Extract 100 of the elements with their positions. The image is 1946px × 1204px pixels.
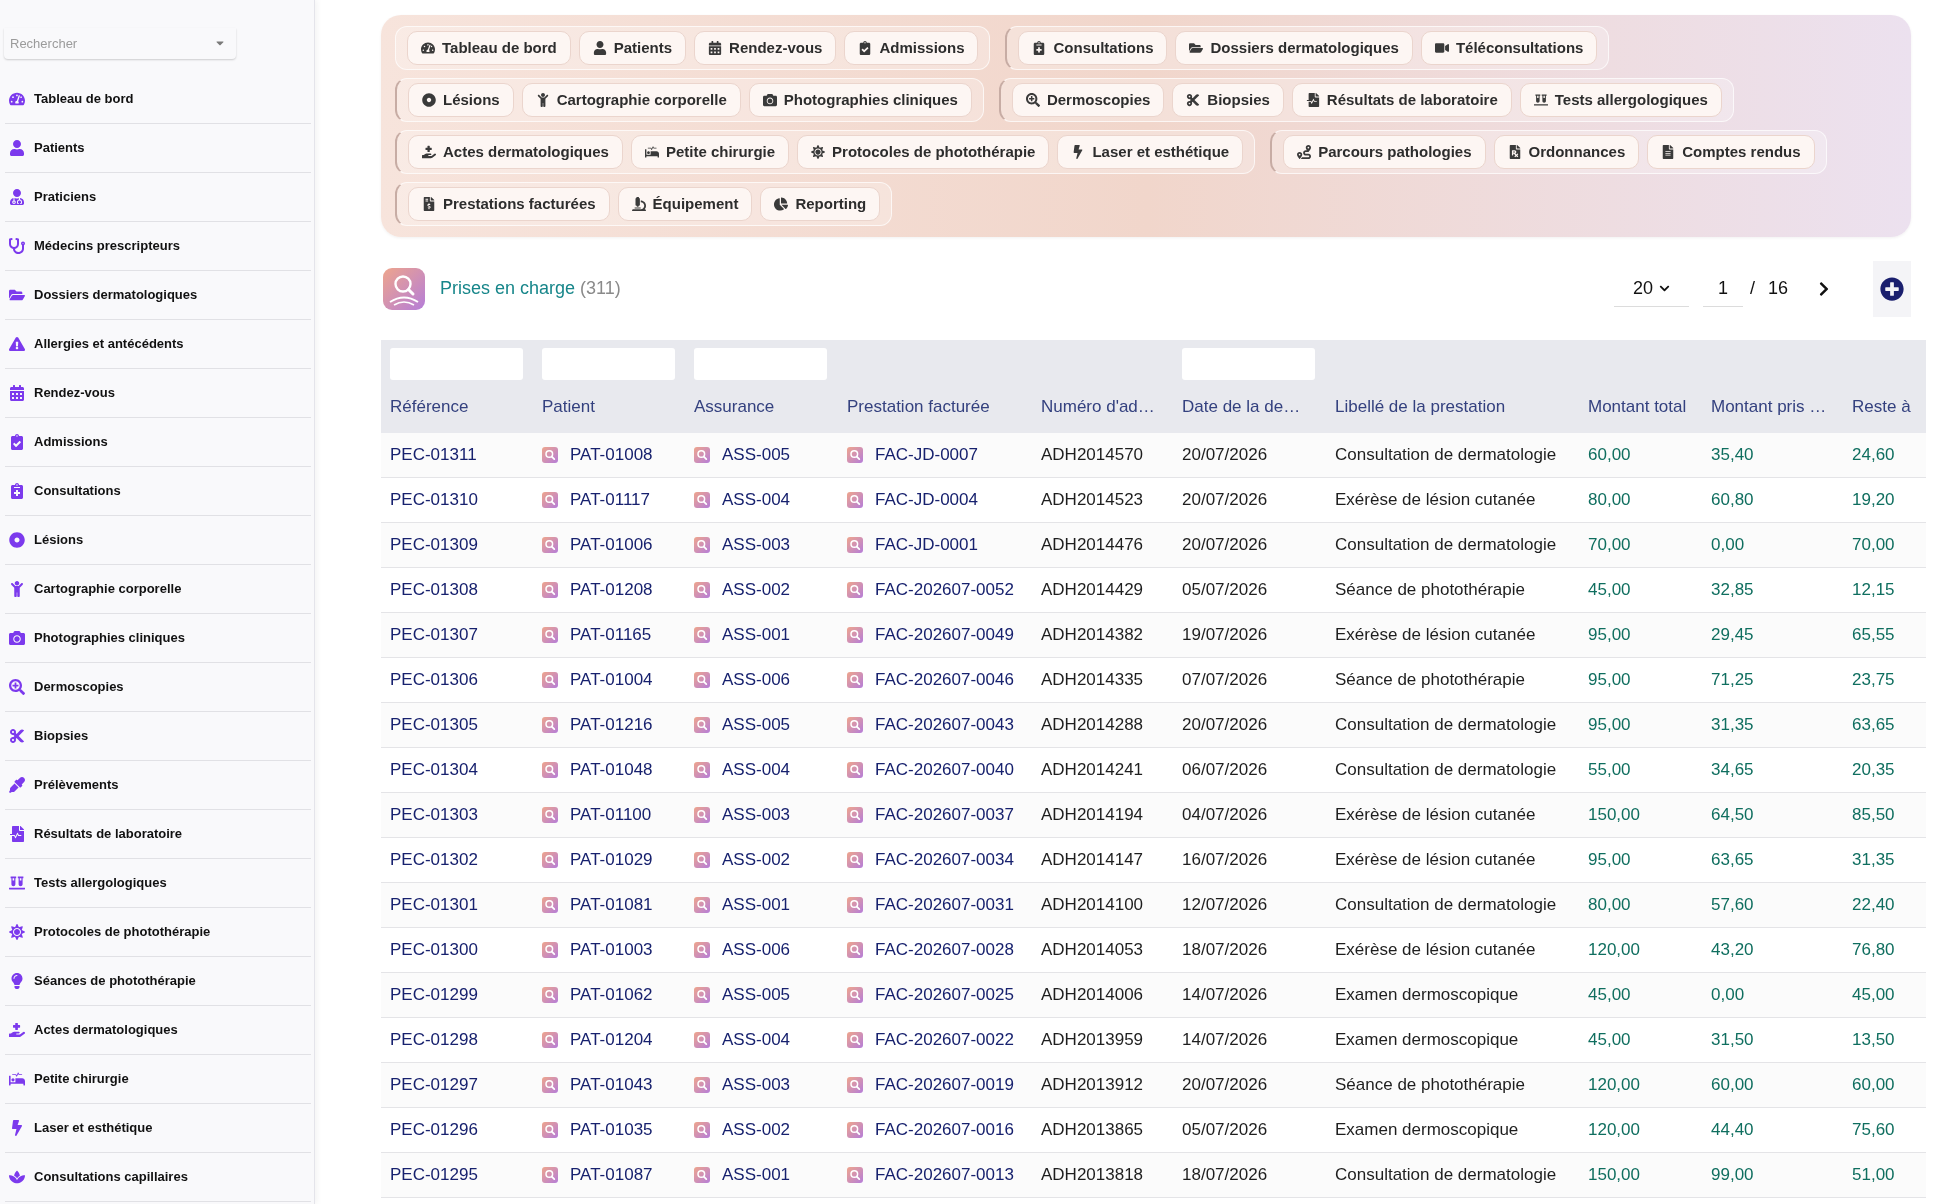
search-field[interactable]: Rechercher [4, 28, 236, 59]
sidebar-item[interactable]: Tests allergologiques [5, 859, 311, 908]
record-link[interactable]: ASS-005 [722, 442, 791, 468]
sidebar-item[interactable]: Dermoscopies [5, 663, 311, 712]
record-link[interactable]: PAT-01100 [570, 802, 652, 828]
record-link[interactable]: PEC-01303 [390, 802, 478, 828]
sidebar-item[interactable]: Laser et esthétique [5, 1104, 311, 1153]
nav-button[interactable]: Équipement [617, 187, 753, 221]
record-link[interactable]: ASS-003 [722, 802, 791, 828]
sidebar-item[interactable]: Cartographie corporelle [5, 565, 311, 614]
record-link[interactable]: FAC-202607-0016 [875, 1117, 1014, 1143]
nav-button[interactable]: Parcours pathologies [1283, 135, 1486, 169]
record-link[interactable]: PAT-01003 [570, 937, 653, 963]
column-header[interactable]: Prestation facturée [847, 380, 1032, 433]
record-link[interactable]: PAT-01043 [570, 1072, 653, 1098]
record-link[interactable]: PEC-01299 [390, 982, 478, 1008]
sidebar-item[interactable]: Lésions [5, 516, 311, 565]
nav-button[interactable]: Prestations facturées [408, 187, 610, 221]
sidebar-item[interactable]: Actes dermatologiques [5, 1006, 311, 1055]
record-link[interactable]: FAC-202607-0040 [875, 757, 1014, 783]
record-link[interactable]: PAT-01204 [570, 1027, 653, 1053]
sidebar-item[interactable]: Admissions [5, 418, 311, 467]
record-link[interactable]: PEC-01309 [390, 532, 478, 558]
record-link[interactable]: FAC-202607-0013 [875, 1162, 1014, 1188]
record-link[interactable]: FAC-JD-0004 [875, 487, 978, 513]
record-link[interactable]: PAT-01029 [570, 847, 653, 873]
sidebar-item[interactable]: Photographies cliniques [5, 614, 311, 663]
sidebar-item[interactable]: Résultats de laboratoire [5, 810, 311, 859]
sidebar-item[interactable]: Tableau de bord [5, 75, 311, 124]
record-link[interactable]: PAT-01004 [570, 667, 653, 693]
record-link[interactable]: PEC-01300 [390, 937, 478, 963]
sidebar-item[interactable]: Consultations capillaires [5, 1153, 311, 1202]
record-link[interactable]: ASS-004 [722, 487, 791, 513]
nav-button[interactable]: Petite chirurgie [630, 135, 790, 169]
record-link[interactable]: PAT-01008 [570, 442, 653, 468]
record-link[interactable]: ASS-005 [722, 982, 791, 1008]
record-link[interactable]: ASS-003 [722, 532, 791, 558]
nav-button[interactable]: Tableau de bord [407, 31, 571, 65]
record-link[interactable]: FAC-202607-0025 [875, 982, 1014, 1008]
record-link[interactable]: ASS-004 [722, 1027, 791, 1053]
nav-button[interactable]: Rendez-vous [694, 31, 837, 65]
record-link[interactable]: ASS-004 [722, 757, 791, 783]
nav-button[interactable]: Biopsies [1172, 83, 1284, 117]
record-link[interactable]: ASS-006 [722, 937, 791, 963]
record-link[interactable]: PAT-01048 [570, 757, 653, 783]
nav-button[interactable]: Dossiers dermatologiques [1175, 31, 1413, 65]
column-header[interactable]: Assurance [694, 380, 838, 433]
record-link[interactable]: FAC-202607-0052 [875, 577, 1014, 603]
column-header[interactable]: Date de la de… [1182, 380, 1326, 433]
sidebar-item[interactable]: Patients [5, 124, 311, 173]
record-link[interactable]: FAC-202607-0028 [875, 937, 1014, 963]
record-link[interactable]: PEC-01302 [390, 847, 478, 873]
nav-button[interactable]: Cartographie corporelle [521, 83, 741, 117]
nav-button[interactable]: Comptes rendus [1647, 135, 1815, 169]
sidebar-item[interactable]: Petite chirurgie [5, 1055, 311, 1104]
record-link[interactable]: PAT-01208 [570, 577, 653, 603]
record-link[interactable]: ASS-002 [722, 577, 791, 603]
record-link[interactable]: PEC-01301 [390, 892, 478, 918]
record-link[interactable]: ASS-003 [722, 1072, 791, 1098]
record-link[interactable]: FAC-202607-0022 [875, 1027, 1014, 1053]
sidebar-item[interactable]: Séances de photothérapie [5, 957, 311, 1006]
nav-button[interactable]: Reporting [760, 187, 881, 221]
sidebar-item[interactable]: Praticiens [5, 173, 311, 222]
record-link[interactable]: PEC-01307 [390, 622, 478, 648]
column-header[interactable]: Numéro d'ad… [1041, 380, 1173, 433]
record-link[interactable]: PEC-01297 [390, 1072, 478, 1098]
nav-button[interactable]: Protocoles de photothérapie [797, 135, 1050, 169]
column-header[interactable]: Patient [542, 380, 685, 433]
page-input[interactable]: 1 [1702, 270, 1743, 307]
nav-button[interactable]: Consultations [1018, 31, 1168, 65]
sidebar-item[interactable]: Allergies et antécédents [5, 320, 311, 369]
record-link[interactable]: PEC-01298 [390, 1027, 478, 1053]
nav-button[interactable]: Ordonnances [1493, 135, 1640, 169]
nav-button[interactable]: Dermoscopies [1011, 83, 1165, 117]
record-link[interactable]: ASS-002 [722, 1117, 791, 1143]
sidebar-item[interactable]: Prélèvements [5, 761, 311, 810]
record-link[interactable]: FAC-202607-0049 [875, 622, 1014, 648]
nav-button[interactable]: Photographies cliniques [748, 83, 972, 117]
nav-button[interactable]: Actes dermatologiques [408, 135, 623, 169]
sidebar-item[interactable]: Biopsies [5, 712, 311, 761]
record-link[interactable]: PAT-01087 [570, 1162, 653, 1188]
sidebar-item[interactable]: Consultations [5, 467, 311, 516]
column-header[interactable]: Montant pris … [1711, 380, 1843, 433]
record-link[interactable]: ASS-001 [722, 622, 791, 648]
record-link[interactable]: ASS-001 [722, 892, 791, 918]
column-header[interactable]: Référence [390, 380, 533, 433]
record-link[interactable]: FAC-202607-0046 [875, 667, 1014, 693]
record-link[interactable]: PEC-01295 [390, 1162, 478, 1188]
record-link[interactable]: FAC-202607-0034 [875, 847, 1014, 873]
record-link[interactable]: PEC-01310 [390, 487, 478, 513]
record-link[interactable]: FAC-202607-0043 [875, 712, 1014, 738]
nav-button[interactable]: Admissions [844, 31, 979, 65]
record-link[interactable]: PAT-01006 [570, 532, 653, 558]
nav-button[interactable]: Résultats de laboratoire [1291, 83, 1512, 117]
record-link[interactable]: PAT-01165 [570, 622, 652, 648]
record-link[interactable]: PEC-01311 [390, 442, 477, 468]
record-link[interactable]: PAT-01117 [570, 487, 650, 513]
nav-button[interactable]: Téléconsultations [1420, 31, 1598, 65]
record-link[interactable]: PAT-01216 [570, 712, 653, 738]
nav-button[interactable]: Patients [578, 31, 687, 65]
